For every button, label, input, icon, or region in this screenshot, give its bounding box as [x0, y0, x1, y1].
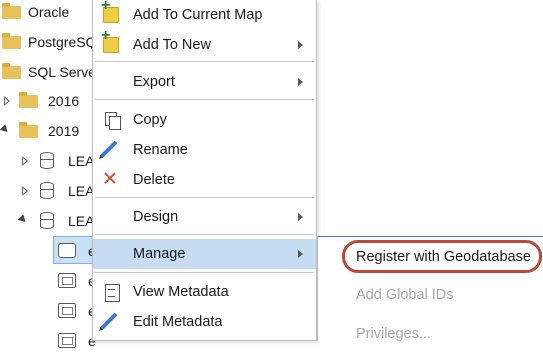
- submenu-arrow-icon: [298, 78, 303, 86]
- collapse-arrow-icon[interactable]: [17, 214, 29, 225]
- menu-item-label: Add Global IDs: [356, 287, 454, 303]
- menu-item-label: Manage: [133, 246, 186, 262]
- menu-item-label: Rename: [133, 142, 188, 158]
- menu-item-label: Export: [133, 74, 175, 90]
- tree-item-database[interactable]: LEA: [0, 206, 100, 236]
- menu-item-manage[interactable]: Manage: [93, 239, 316, 269]
- tree-item-database[interactable]: LEA: [0, 146, 100, 176]
- table-icon: [58, 273, 76, 288]
- manage-submenu: Register with Geodatabase Add Global IDs…: [317, 236, 543, 342]
- catalog-tree: Oracle PostgreSQ SQL Serve 2016 2019 LEA…: [0, 0, 113, 349]
- tree-item-label: LEA: [68, 213, 95, 229]
- folder-icon: [19, 122, 38, 138]
- folder-icon: [2, 33, 21, 49]
- tree-item-label: LEA: [68, 153, 95, 169]
- menu-item-label: View Metadata: [133, 284, 229, 300]
- tree-item-label: LEA: [68, 183, 95, 199]
- expand-arrow-icon[interactable]: [22, 186, 28, 196]
- menu-item-register-with-geodatabase[interactable]: Register with Geodatabase: [318, 242, 543, 272]
- menu-separator: [95, 61, 314, 62]
- tree-item-oracle[interactable]: Oracle: [0, 0, 100, 27]
- menu-item-label: Edit Metadata: [133, 314, 223, 330]
- tree-item-postgresql[interactable]: PostgreSQ: [0, 27, 100, 57]
- menu-separator: [95, 272, 314, 273]
- delete-x-icon: ✕: [102, 169, 118, 190]
- tree-item-database[interactable]: LEA: [0, 176, 100, 206]
- pencil-icon: [100, 312, 118, 330]
- folder-icon: [2, 63, 21, 79]
- tree-item-label: Oracle: [28, 4, 70, 20]
- menu-item-privileges: Privileges...: [318, 319, 543, 349]
- submenu-arrow-icon: [298, 41, 303, 49]
- folder-icon: [2, 3, 21, 19]
- tree-item-2016[interactable]: 2016: [0, 86, 100, 116]
- tree-item-label: SQL Serve: [28, 64, 96, 80]
- menu-item-add-global-ids: Add Global IDs: [318, 280, 543, 310]
- menu-item-label: Add To New: [133, 37, 211, 53]
- folder-icon: [19, 92, 38, 108]
- menu-item-edit-metadata[interactable]: Edit Metadata: [93, 307, 316, 337]
- menu-item-add-to-new[interactable]: Add To New: [93, 27, 316, 60]
- menu-item-label: Delete: [133, 172, 175, 188]
- database-icon: [40, 212, 54, 229]
- copy-icon: [103, 111, 121, 130]
- tree-item-sql-server[interactable]: SQL Serve: [0, 57, 100, 87]
- tree-item-2019[interactable]: 2019: [0, 116, 100, 146]
- menu-item-label: Design: [133, 209, 179, 225]
- submenu-arrow-icon: [298, 213, 303, 221]
- tree-item-label: PostgreSQ: [28, 34, 97, 50]
- tree-item-table[interactable]: e: [0, 326, 100, 356]
- database-icon: [40, 182, 54, 199]
- context-menu: Add To Current Map Add To New Export Cop…: [92, 0, 317, 341]
- feature-class-icon: [58, 243, 76, 258]
- metadata-icon: [103, 283, 121, 302]
- menu-item-label: Register with Geodatabase: [356, 249, 531, 265]
- expand-arrow-icon[interactable]: [22, 156, 28, 166]
- menu-item-label: Copy: [133, 112, 167, 128]
- menu-item-add-to-current-map[interactable]: Add To Current Map: [93, 0, 316, 30]
- add-data-icon: [101, 27, 119, 53]
- submenu-arrow-icon: [298, 250, 303, 258]
- menu-item-view-metadata[interactable]: View Metadata: [93, 277, 316, 307]
- tree-item-table[interactable]: e: [0, 296, 100, 326]
- pencil-icon: [100, 140, 118, 158]
- menu-separator: [95, 234, 314, 235]
- menu-separator: [95, 99, 314, 100]
- menu-item-delete[interactable]: ✕ Delete: [93, 165, 316, 195]
- add-data-icon: [101, 0, 119, 23]
- tree-item-feature-class[interactable]: e: [0, 236, 100, 266]
- menu-item-rename[interactable]: Rename: [93, 135, 316, 165]
- menu-item-label: Privileges...: [356, 326, 431, 342]
- tree-item-table[interactable]: e: [0, 266, 100, 296]
- tree-item-label: 2019: [48, 123, 80, 139]
- menu-item-export[interactable]: Export: [93, 67, 316, 97]
- menu-separator: [95, 197, 314, 198]
- menu-item-label: Add To Current Map: [133, 7, 263, 23]
- database-icon: [40, 152, 54, 169]
- collapse-arrow-icon[interactable]: [0, 124, 11, 135]
- menu-item-design[interactable]: Design: [93, 202, 316, 232]
- expand-arrow-icon[interactable]: [4, 96, 10, 106]
- tree-item-label: 2016: [48, 93, 80, 109]
- table-icon: [58, 303, 76, 318]
- menu-item-copy[interactable]: Copy: [93, 105, 316, 135]
